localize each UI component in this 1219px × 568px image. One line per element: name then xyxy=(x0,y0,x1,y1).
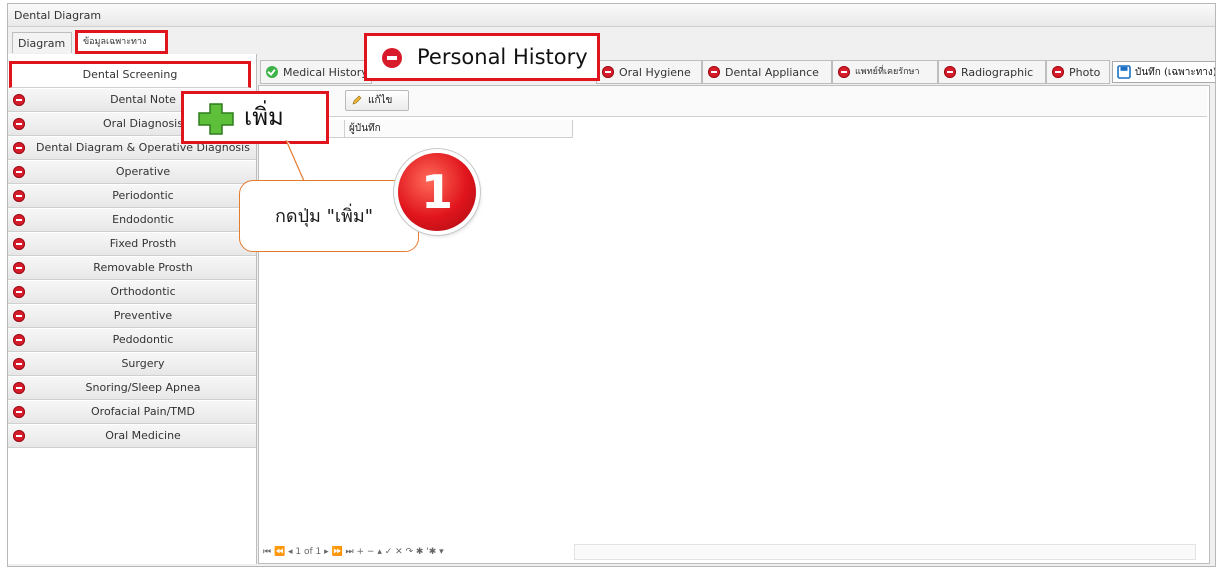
remove-icon xyxy=(13,214,25,226)
sidebar-item-label: Endodontic xyxy=(112,213,174,226)
sidebar-item-operative[interactable]: Operative xyxy=(8,161,256,184)
tab-label: แพทย์ที่เคยรักษา xyxy=(855,67,920,77)
remove-icon xyxy=(838,66,850,78)
save-label: บันทึก (เฉพาะทาง) xyxy=(1135,67,1216,78)
remove-icon xyxy=(13,190,25,202)
sidebar-item-label: Fixed Prosth xyxy=(109,237,177,250)
content-panel: Medical History Oral Hygiene Dental Appl… xyxy=(258,54,1211,564)
sidebar-item-periodontic[interactable]: Periodontic xyxy=(8,185,256,208)
tab-oral-hygiene[interactable]: Oral Hygiene xyxy=(596,60,702,84)
remove-icon xyxy=(13,358,25,370)
remove-icon xyxy=(13,382,25,394)
remove-icon xyxy=(382,48,402,68)
sidebar-item-removable-prosth[interactable]: Removable Prosth xyxy=(8,257,256,280)
remove-icon xyxy=(944,66,956,78)
instruction-bubble: กดปุ่ม "เพิ่ม" xyxy=(239,180,419,252)
remove-icon xyxy=(13,406,25,418)
sidebar-item-preventive[interactable]: Preventive xyxy=(8,305,256,328)
sidebar-item-label: Periodontic xyxy=(112,189,174,202)
remove-icon xyxy=(13,142,25,154)
tab-dental-appliance[interactable]: Dental Appliance xyxy=(702,60,832,84)
remove-icon xyxy=(13,238,25,250)
content-area: แก้ไข วันที่บันทึก ผู้บันทึก ⏮ ⏪ ◂ 1 of … xyxy=(258,85,1210,564)
pencil-icon xyxy=(352,95,362,105)
remove-icon xyxy=(602,66,614,78)
sidebar-item-orthodontic[interactable]: Orthodontic xyxy=(8,281,256,304)
remove-icon xyxy=(13,262,25,274)
sidebar-item-label: Oral Medicine xyxy=(105,429,181,442)
remove-icon xyxy=(13,94,25,106)
sidebar-item-surgery[interactable]: Surgery xyxy=(8,353,256,376)
add-button[interactable]: เพิ่ม xyxy=(181,91,329,144)
sidebar-item-fixed-prosth[interactable]: Fixed Prosth xyxy=(8,233,256,256)
top-tabbar: Diagram ข้อมูลเฉพาะทาง xyxy=(8,28,1215,54)
add-label: เพิ่ม xyxy=(244,103,284,131)
save-icon xyxy=(1117,65,1131,79)
sidebar-item-pedodontic[interactable]: Pedodontic xyxy=(8,329,256,352)
tab-label: Oral Hygiene xyxy=(619,66,691,79)
callout-pointer xyxy=(285,140,330,182)
sidebar-item-label: Preventive xyxy=(113,309,173,322)
edit-label: แก้ไข xyxy=(368,95,393,106)
check-icon xyxy=(266,66,278,78)
column-recorder[interactable]: ผู้บันทึก xyxy=(345,120,573,137)
sidebar-item-oral-medicine[interactable]: Oral Medicine xyxy=(8,425,256,448)
tab-medical-history[interactable]: Medical History xyxy=(260,60,372,84)
tab-photo[interactable]: Photo xyxy=(1046,60,1110,84)
remove-icon xyxy=(13,118,25,130)
sidebar-item-orofacial-pain[interactable]: Orofacial Pain/TMD xyxy=(8,401,256,424)
main-window: Dental Diagram Diagram ข้อมูลเฉพาะทาง De… xyxy=(7,3,1216,567)
sidebar-item-label: Dental Screening xyxy=(82,68,178,81)
remove-icon xyxy=(708,66,720,78)
sidebar-item-label: Orofacial Pain/TMD xyxy=(91,405,195,418)
save-specialty-button[interactable]: บันทึก (เฉพาะทาง) xyxy=(1112,61,1216,83)
tab-diagram[interactable]: Diagram xyxy=(12,32,72,53)
sidebar-item-label: Snoring/Sleep Apnea xyxy=(85,381,201,394)
remove-icon xyxy=(13,310,25,322)
sidebar-item-endodontic[interactable]: Endodontic xyxy=(8,209,256,232)
tab-label: Radiographic xyxy=(961,66,1034,79)
step-number-badge: 1 xyxy=(398,153,476,231)
window-title: Dental Diagram xyxy=(8,4,1215,27)
tab-label: Photo xyxy=(1069,66,1101,79)
remove-icon xyxy=(13,286,25,298)
horizontal-scrollbar[interactable] xyxy=(574,544,1196,560)
sidebar-item-label: Pedodontic xyxy=(112,333,174,346)
remove-icon xyxy=(1052,66,1064,78)
remove-icon xyxy=(13,430,25,442)
plus-icon xyxy=(198,103,234,135)
sidebar-item-dental-screening[interactable]: Dental Screening xyxy=(9,61,251,88)
navigator-controls[interactable]: ⏮ ⏪ ◂ 1 of 1 ▸ ⏩ ⏭ + − ▴ ✓ ✕ ↷ ✱ '✱ ▾ xyxy=(259,547,444,557)
tab-label: Medical History xyxy=(283,66,368,79)
sidebar-item-label: Removable Prosth xyxy=(93,261,193,274)
callout-label: Personal History xyxy=(417,45,588,69)
tab-specialty-info[interactable]: ข้อมูลเฉพาะทาง xyxy=(75,30,168,54)
tab-label: Dental Appliance xyxy=(725,66,819,79)
sidebar-item-snoring-sleep-apnea[interactable]: Snoring/Sleep Apnea xyxy=(8,377,256,400)
personal-history-callout[interactable]: Personal History xyxy=(364,33,600,81)
tab-radiographic[interactable]: Radiographic xyxy=(938,60,1046,84)
sidebar-item-label: Operative xyxy=(115,165,171,178)
remove-icon xyxy=(13,334,25,346)
sidebar-item-label: Orthodontic xyxy=(110,285,176,298)
edit-button[interactable]: แก้ไข xyxy=(345,90,409,111)
tab-previous-doctor[interactable]: แพทย์ที่เคยรักษา xyxy=(832,60,938,84)
remove-icon xyxy=(13,166,25,178)
sidebar-item-label: Surgery xyxy=(121,357,165,370)
toolbar: แก้ไข xyxy=(259,86,1207,117)
